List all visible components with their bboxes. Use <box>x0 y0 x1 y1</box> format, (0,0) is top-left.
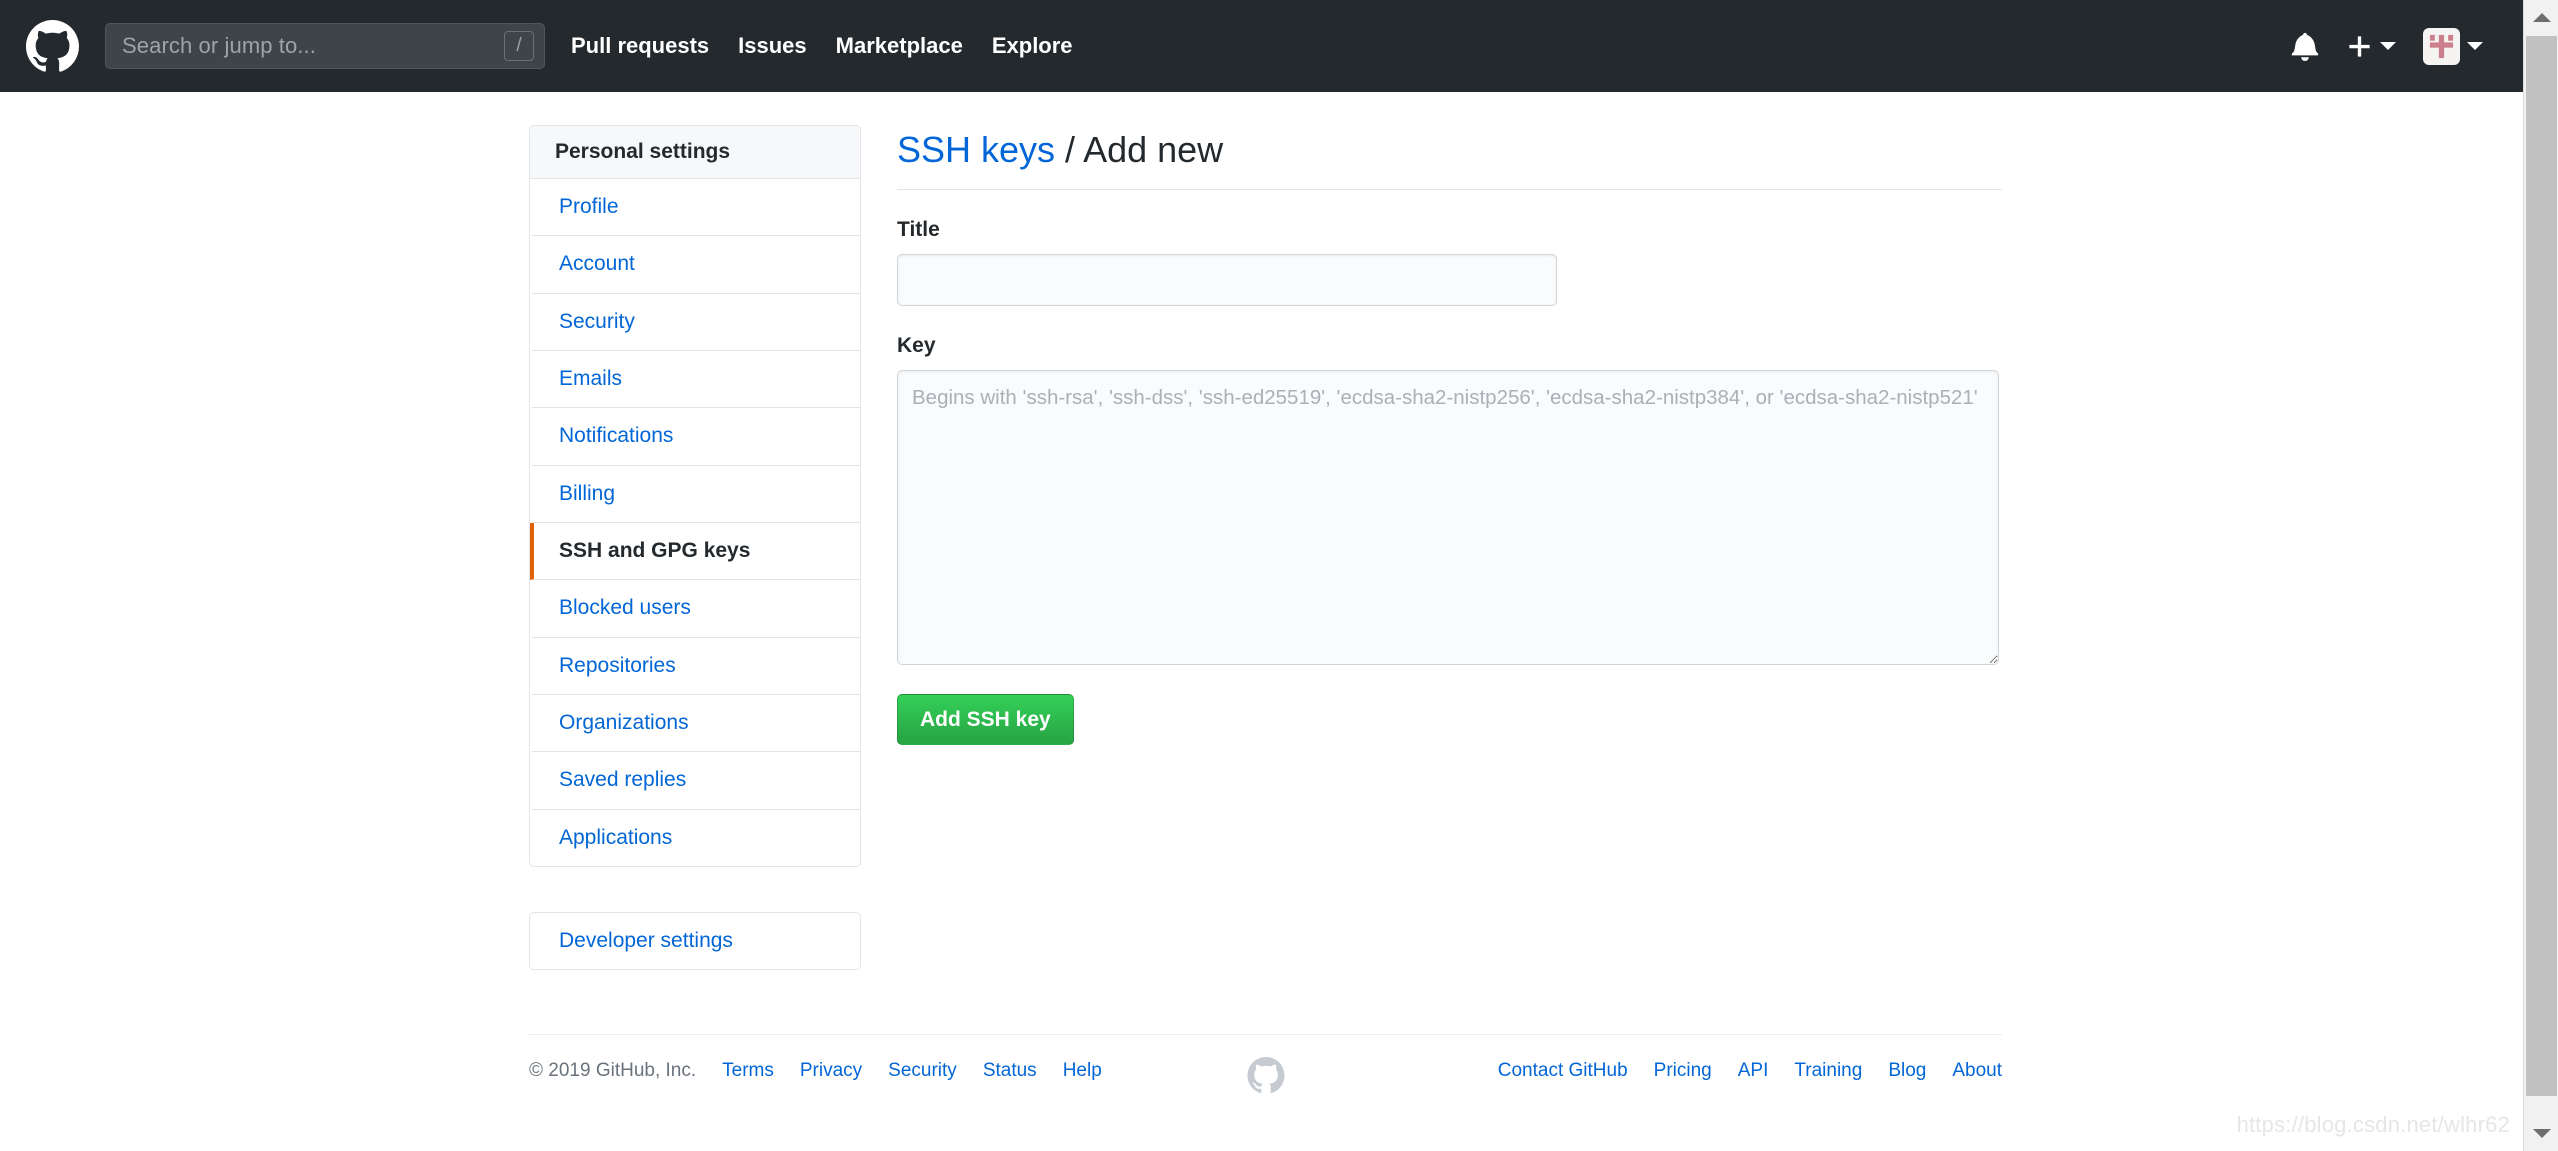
nav-item-marketplace[interactable]: Marketplace <box>836 33 963 59</box>
settings-sidebar: Personal settings Profile Account Securi… <box>529 125 861 971</box>
footer-link-help[interactable]: Help <box>1063 1060 1102 1082</box>
bell-icon <box>2291 32 2319 61</box>
sidebar-item-applications[interactable]: Applications <box>530 809 860 867</box>
page-body: Personal settings Profile Account Securi… <box>0 92 2523 1151</box>
search-shortcut-key: / <box>504 31 534 61</box>
footer-link-privacy[interactable]: Privacy <box>800 1060 862 1082</box>
footer-link-security[interactable]: Security <box>888 1060 957 1082</box>
primary-nav: Pull requests Issues Marketplace Explore <box>571 33 1073 59</box>
sidebar-item-profile[interactable]: Profile <box>530 179 860 237</box>
chevron-down-icon <box>2380 42 2396 50</box>
developer-settings-menu: Developer settings <box>529 912 861 971</box>
github-mark-icon <box>26 19 79 72</box>
page-title-suffix: / Add new <box>1055 129 1224 170</box>
page-footer: © 2019 GitHub, Inc. Terms Privacy Securi… <box>529 1034 2002 1094</box>
chevron-down-icon <box>2532 1129 2551 1138</box>
sidebar-heading: Personal settings <box>530 126 860 179</box>
nav-item-pull-requests[interactable]: Pull requests <box>571 33 709 59</box>
scrollbar-thumb[interactable] <box>2526 36 2557 1096</box>
footer-link-api[interactable]: API <box>1738 1060 1769 1082</box>
title-input[interactable] <box>897 254 1557 306</box>
key-textarea[interactable] <box>897 370 1999 665</box>
settings-container: Personal settings Profile Account Securi… <box>529 125 2002 971</box>
avatar <box>2423 27 2460 65</box>
personal-settings-menu: Personal settings Profile Account Securi… <box>529 125 861 868</box>
chevron-down-icon <box>2467 42 2483 50</box>
search-input[interactable]: Search or jump to... / <box>105 23 545 69</box>
sidebar-item-repositories[interactable]: Repositories <box>530 637 860 696</box>
github-mark-icon <box>1247 1057 1284 1094</box>
footer-link-pricing[interactable]: Pricing <box>1654 1060 1712 1082</box>
footer-link-blog[interactable]: Blog <box>1888 1060 1926 1082</box>
sidebar-item-ssh-and-gpg-keys[interactable]: SSH and GPG keys <box>530 523 860 581</box>
page-title: SSH keys / Add new <box>897 127 2002 190</box>
title-label: Title <box>897 218 940 241</box>
sidebar-item-saved-replies[interactable]: Saved replies <box>530 752 860 810</box>
nav-item-explore[interactable]: Explore <box>992 33 1073 59</box>
chevron-up-icon <box>2532 13 2551 22</box>
github-home-link[interactable] <box>26 19 105 73</box>
create-new-menu[interactable] <box>2346 33 2396 60</box>
ssh-keys-breadcrumb-link[interactable]: SSH keys <box>897 129 1055 170</box>
key-field-group: Key <box>897 334 2002 665</box>
settings-content: SSH keys / Add new Title Key Add SSH key <box>897 125 2002 746</box>
scrollbar-down-arrow[interactable] <box>2524 1116 2558 1151</box>
footer-link-status[interactable]: Status <box>983 1060 1037 1082</box>
copyright-text: © 2019 GitHub, Inc. <box>529 1060 697 1081</box>
global-header: Search or jump to... / Pull requests Iss… <box>0 0 2523 92</box>
nav-item-issues[interactable]: Issues <box>738 33 807 59</box>
header-actions <box>2291 27 2497 65</box>
sidebar-item-emails[interactable]: Emails <box>530 351 860 409</box>
browser-scrollbar[interactable] <box>2523 0 2558 1151</box>
sidebar-item-account[interactable]: Account <box>530 236 860 294</box>
sidebar-item-organizations[interactable]: Organizations <box>530 695 860 753</box>
watermark-text: https://blog.csdn.net/wlhr62 <box>2236 1112 2510 1137</box>
footer-link-about[interactable]: About <box>1952 1060 2002 1082</box>
user-menu[interactable] <box>2423 27 2483 65</box>
title-field-group: Title <box>897 218 2002 306</box>
footer-link-contact-github[interactable]: Contact GitHub <box>1498 1060 1628 1082</box>
footer-left-links: © 2019 GitHub, Inc. Terms Privacy Securi… <box>529 1060 1102 1082</box>
footer-right-links: Contact GitHub Pricing API Training Blog… <box>1498 1060 2002 1082</box>
add-ssh-key-button[interactable]: Add SSH key <box>897 694 1074 746</box>
sidebar-item-blocked-users[interactable]: Blocked users <box>530 580 860 638</box>
sidebar-item-security[interactable]: Security <box>530 293 860 352</box>
sidebar-item-developer-settings[interactable]: Developer settings <box>530 913 860 970</box>
footer-link-training[interactable]: Training <box>1794 1060 1862 1082</box>
notifications-button[interactable] <box>2291 31 2319 61</box>
scrollbar-up-arrow[interactable] <box>2524 0 2558 35</box>
key-label: Key <box>897 334 936 357</box>
sidebar-item-billing[interactable]: Billing <box>530 465 860 524</box>
footer-github-home-link[interactable] <box>1247 1057 1284 1100</box>
footer-link-terms[interactable]: Terms <box>722 1060 774 1082</box>
avatar-identicon-icon <box>2429 34 2454 58</box>
plus-icon <box>2349 35 2370 57</box>
sidebar-item-notifications[interactable]: Notifications <box>530 408 860 466</box>
search-placeholder-text: Search or jump to... <box>122 33 316 58</box>
